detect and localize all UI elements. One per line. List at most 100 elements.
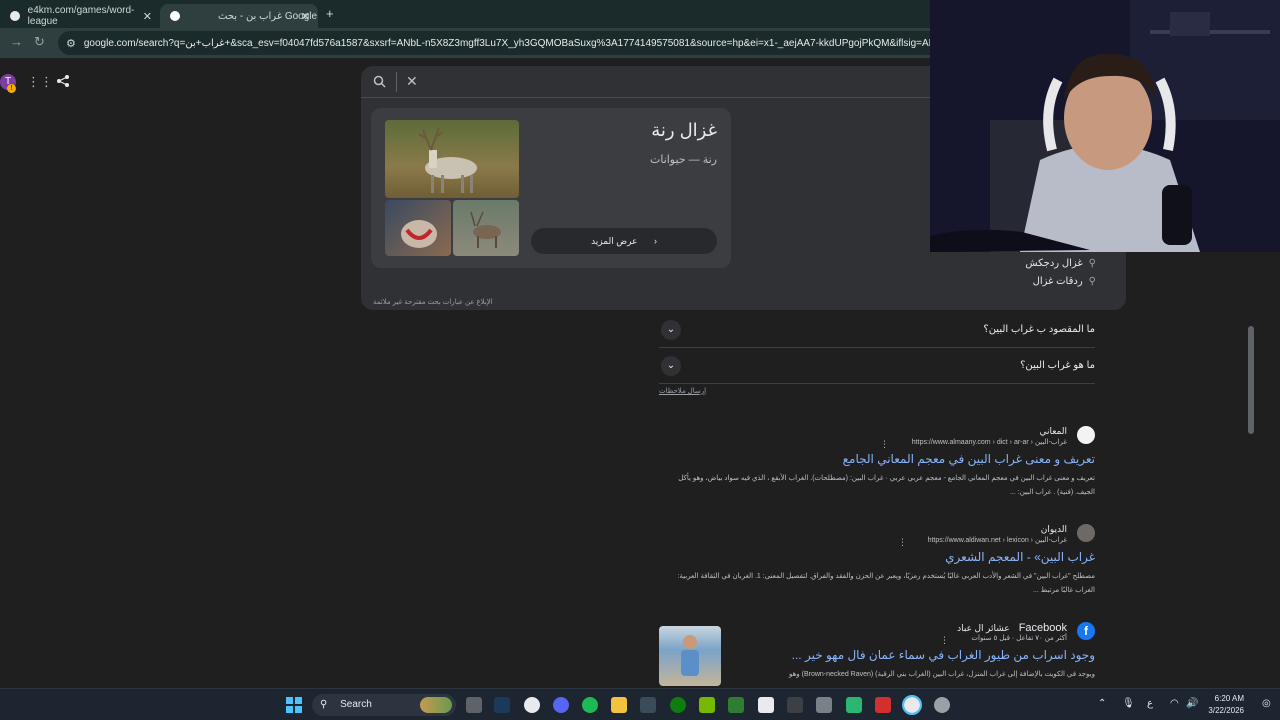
windows-taskbar: ⚲ Search ⌃ 🎙 ع ◠ 🔊 6:20 AM 3/22/2026 ◎ bbox=[0, 688, 1280, 720]
result-site: Facebook bbox=[1018, 622, 1067, 634]
new-tab-button[interactable]: + bbox=[326, 6, 334, 21]
clock-time: 6:20 AM bbox=[1214, 694, 1244, 703]
steam-icon[interactable] bbox=[494, 697, 510, 713]
windows-start-icon[interactable] bbox=[286, 697, 302, 713]
search-result: الديوان https://www.aldiwan.net › lexico… bbox=[659, 524, 1095, 604]
reindeer-forest-image[interactable] bbox=[453, 200, 519, 256]
suggestion-item[interactable]: ⚲ غزال ردجكش bbox=[1025, 258, 1096, 269]
settings-gear-icon[interactable] bbox=[934, 697, 950, 713]
xbox-icon[interactable] bbox=[670, 697, 686, 713]
spotify-icon[interactable] bbox=[582, 697, 598, 713]
suggestion-item[interactable]: ⚲ ردقات غزال bbox=[1033, 276, 1096, 287]
nvidia-icon[interactable] bbox=[699, 697, 715, 713]
clock-date: 3/22/2026 bbox=[1208, 706, 1244, 715]
suggestion-text: ردقات غزال bbox=[1032, 276, 1083, 287]
reindeer-image[interactable] bbox=[385, 120, 519, 198]
send-feedback-link[interactable]: إرسال ملاحظات bbox=[659, 387, 706, 395]
search-result: f Facebook عشائر ال عباد أكثر من ٧٠ تفاع… bbox=[659, 622, 1095, 688]
report-suggestions-link[interactable]: الإبلاغ عن عبارات بحث مقترحة غير ملائمة bbox=[373, 298, 493, 306]
warning-icon: ! bbox=[7, 84, 16, 93]
result-url[interactable]: https://www.aldiwan.net › lexicon › غراب… bbox=[928, 536, 1067, 544]
tab-google-search[interactable]: غراب بن - بحث Google ✕ bbox=[160, 4, 318, 28]
knowledge-card-subtitle: رنة — حيوانات bbox=[649, 154, 717, 166]
knowledge-card-title: غزال رنة bbox=[651, 120, 717, 140]
reindeer-harness-image[interactable] bbox=[385, 200, 451, 256]
clear-search-icon[interactable]: ✕ bbox=[406, 73, 418, 90]
result-site-name[interactable]: Facebook عشائر ال عباد bbox=[957, 622, 1067, 634]
faq-question: ما المقصود ب غراب البين؟ bbox=[983, 324, 1095, 335]
notifications-icon[interactable]: ◎ bbox=[1262, 698, 1271, 709]
chrome-icon[interactable] bbox=[524, 697, 540, 713]
faq-item[interactable]: ما المقصود ب غراب البين؟ ⌄ bbox=[659, 314, 1095, 348]
taskbar-search-box[interactable]: ⚲ Search bbox=[312, 694, 456, 716]
result-title-link[interactable]: تعريف و معنى غراب البين في معجم المعاني … bbox=[843, 452, 1095, 466]
tab-title: e4km.com/games/word-league bbox=[27, 5, 135, 27]
trash-icon[interactable] bbox=[816, 697, 832, 713]
aldiwan-favicon bbox=[1077, 524, 1095, 542]
reload-icon[interactable]: ↻ bbox=[34, 34, 45, 50]
google-icon bbox=[170, 11, 180, 21]
chevron-right-icon: › bbox=[653, 236, 657, 246]
more-options-icon[interactable]: ⋮ bbox=[880, 439, 889, 450]
result-meta: أكثر من ٧٠ تفاعل · قبل ٥ سنوات bbox=[971, 635, 1067, 642]
taskbar-clock[interactable]: 6:20 AM 3/22/2026 bbox=[1208, 693, 1244, 717]
show-more-button[interactable]: عرض المزيد › bbox=[531, 228, 717, 254]
address-url: google.com/search?q=غراب+بن+&sca_esv=f04… bbox=[83, 37, 958, 49]
input-language-indicator[interactable]: ع bbox=[1147, 698, 1153, 709]
streamer-webcam-image bbox=[930, 0, 1280, 252]
microphone-icon[interactable]: 🎙 bbox=[1122, 698, 1135, 709]
wps-icon[interactable] bbox=[875, 697, 891, 713]
suggestion-text: غزال ردجكش bbox=[1025, 258, 1083, 269]
close-icon[interactable]: ✕ bbox=[143, 10, 152, 23]
chevron-down-icon[interactable]: ⌄ bbox=[661, 320, 681, 340]
store-icon[interactable] bbox=[640, 697, 656, 713]
result-snippet: مصطلح "غراب البين" في الشعر والأدب العرب… bbox=[677, 573, 1095, 594]
more-options-icon[interactable]: ⋮ bbox=[940, 635, 949, 646]
taskbar-search-label: Search bbox=[340, 699, 372, 710]
scrollbar-thumb[interactable] bbox=[1248, 326, 1254, 434]
chrome-active-icon[interactable] bbox=[902, 695, 922, 715]
apps-grid-icon[interactable]: ⋮⋮ bbox=[27, 74, 53, 90]
show-more-label: عرض المزيد bbox=[591, 236, 638, 246]
volume-icon[interactable]: 🔊 bbox=[1186, 698, 1198, 709]
chevron-up-icon[interactable]: ⌃ bbox=[1098, 698, 1106, 709]
search-result: المعاني https://www.almaany.com › dict ›… bbox=[659, 426, 1095, 506]
camera-icon[interactable] bbox=[466, 697, 482, 713]
chat-app-icon[interactable] bbox=[846, 697, 862, 713]
result-site-name[interactable]: المعاني bbox=[1039, 426, 1067, 437]
more-options-icon[interactable]: ⋮ bbox=[898, 537, 907, 548]
share-icon[interactable] bbox=[56, 74, 70, 88]
knowledge-card[interactable]: غزال رنة رنة — حيوانات عرض المزيد › bbox=[371, 108, 731, 268]
result-title-link[interactable]: غراب البين» - المعجم الشعري bbox=[945, 550, 1095, 564]
g-app-icon[interactable] bbox=[787, 697, 803, 713]
result-thumbnail[interactable] bbox=[659, 626, 721, 686]
tab-word-league[interactable]: e4km.com/games/word-league ✕ bbox=[0, 4, 160, 28]
address-bar[interactable]: ⚙ google.com/search?q=غراب+بن+&sca_esv=f… bbox=[58, 31, 958, 55]
result-site-extra: عشائر ال عباد bbox=[957, 623, 1010, 633]
site-info-icon[interactable]: ⚙ bbox=[66, 37, 76, 50]
almaany-favicon bbox=[1077, 426, 1095, 444]
page-scrollbar[interactable] bbox=[1248, 316, 1254, 686]
chevron-down-icon[interactable]: ⌄ bbox=[661, 356, 681, 376]
search-icon: ⚲ bbox=[320, 699, 328, 710]
discord-icon[interactable] bbox=[553, 697, 569, 713]
divider bbox=[396, 72, 397, 92]
search-highlight-icon bbox=[420, 697, 452, 713]
result-snippet: ويوجد في الكويت بالإضافة إلى غراب المنزل… bbox=[789, 671, 1095, 678]
result-url[interactable]: https://www.almaany.com › dict › ar-ar ›… bbox=[912, 438, 1067, 446]
result-site-name[interactable]: الديوان bbox=[1041, 524, 1067, 535]
play-icon[interactable] bbox=[728, 697, 744, 713]
faq-item[interactable]: ما هو غراب البين؟ ⌄ bbox=[659, 350, 1095, 384]
globe-icon bbox=[10, 11, 20, 21]
wifi-icon[interactable]: ◠ bbox=[1170, 698, 1179, 709]
forward-icon[interactable]: → bbox=[10, 34, 23, 49]
result-snippet: تعريف و معنى غراب البين في معجم المعاني … bbox=[678, 475, 1095, 496]
search-icon: ⚲ bbox=[1088, 276, 1096, 287]
app-window-icon[interactable] bbox=[758, 697, 774, 713]
faq-question: ما هو غراب البين؟ bbox=[1020, 360, 1095, 371]
search-icon[interactable] bbox=[373, 75, 386, 88]
result-title-link[interactable]: وجود اسراب من طيور الغراب في سماء عمان ف… bbox=[792, 648, 1095, 662]
facebook-favicon: f bbox=[1077, 622, 1095, 640]
file-explorer-icon[interactable] bbox=[611, 697, 627, 713]
close-icon[interactable]: ✕ bbox=[301, 10, 310, 23]
